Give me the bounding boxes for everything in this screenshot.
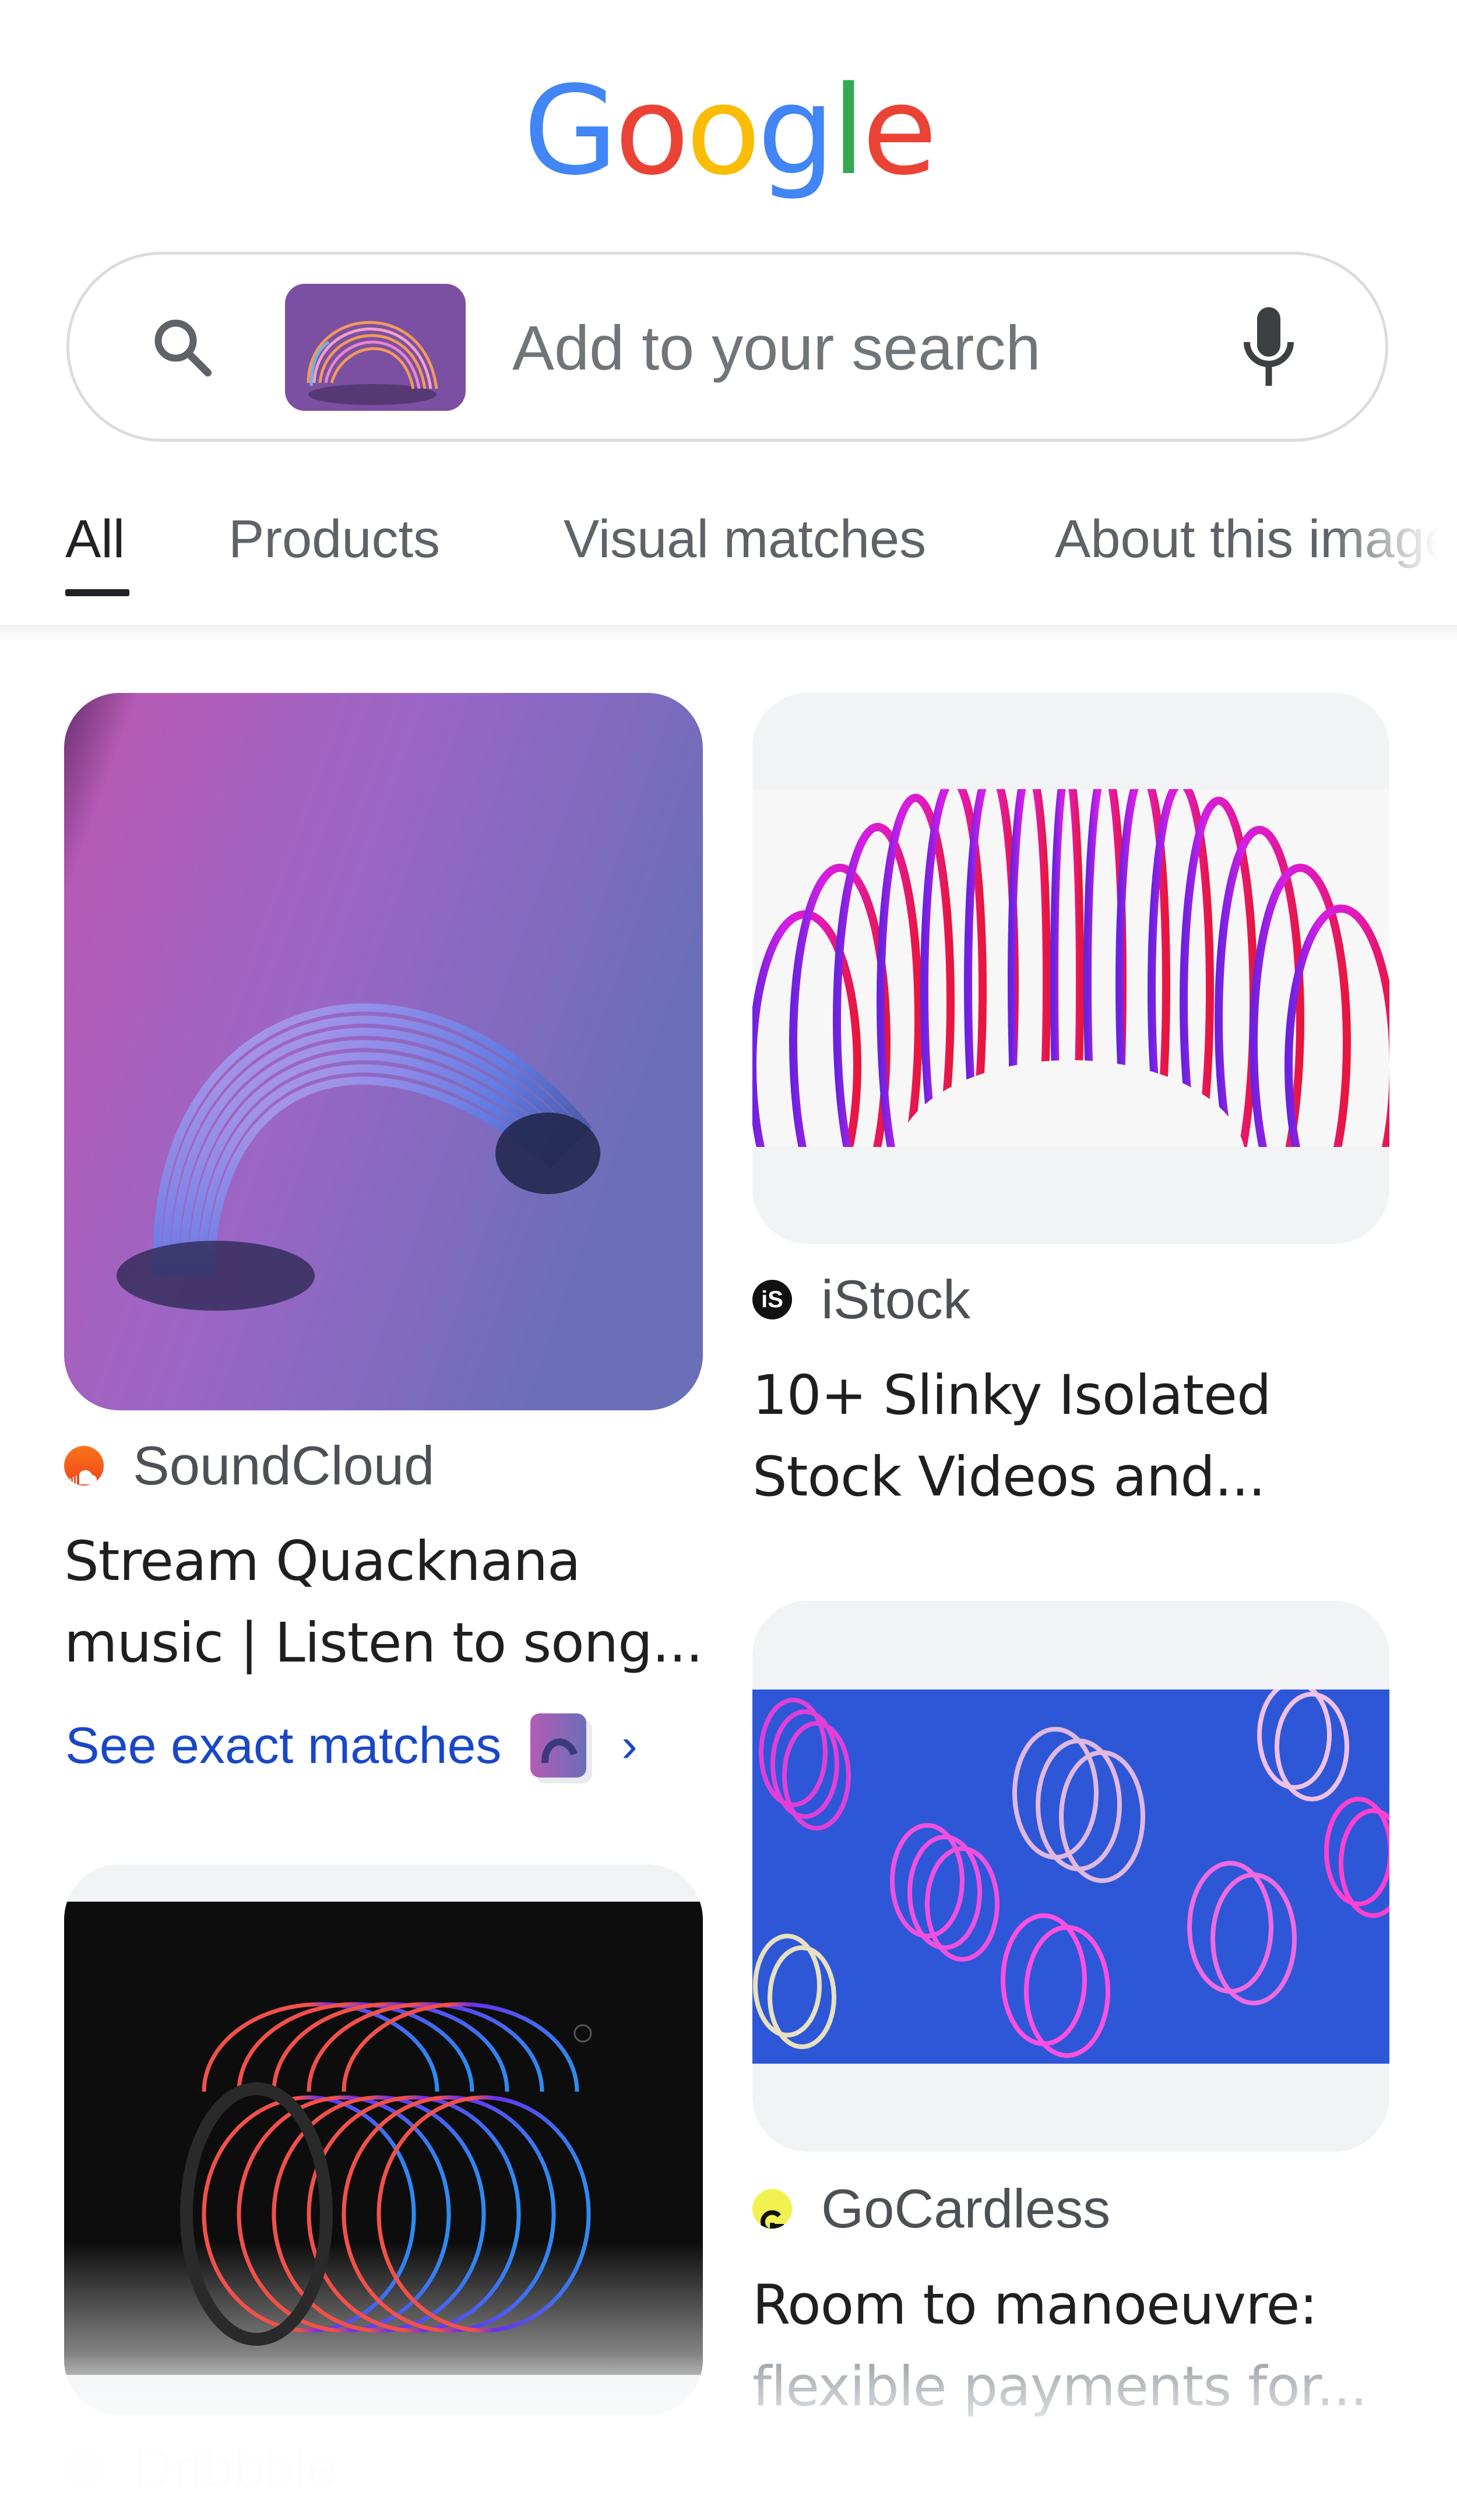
logo-letter: o [614, 59, 689, 202]
tabs-divider [0, 625, 1457, 642]
result-image-istock[interactable] [752, 693, 1389, 1244]
tab-all[interactable]: All [65, 501, 125, 577]
query-image-thumbnail[interactable] [285, 284, 466, 411]
active-tab-indicator [65, 589, 129, 596]
search-bar[interactable]: Add to your search [66, 252, 1388, 442]
source-name: SoundCloud [133, 1435, 435, 1496]
soundcloud-icon [64, 1446, 104, 1486]
exact-match-thumbnail [530, 1713, 587, 1778]
result-source-soundcloud[interactable]: SoundCloud [64, 1431, 434, 1501]
result-source-dribbble[interactable]: Dribbble [64, 2433, 337, 2503]
logo-letter: o [685, 59, 761, 202]
see-exact-matches-label: See exact matches [65, 1716, 502, 1774]
result-title-line[interactable]: Room to manoeuvre: [752, 2265, 1318, 2346]
logo-letter: g [757, 59, 835, 202]
result-source-gocardless[interactable]: GoCardless [752, 2174, 1110, 2244]
tabs-fade [1329, 501, 1457, 589]
logo-letter: l [831, 59, 865, 202]
dribbble-icon [64, 2448, 104, 2488]
tab-products[interactable]: Products [228, 501, 440, 577]
gocardless-icon [752, 2189, 792, 2229]
result-title-line[interactable]: music | Listen to song... [64, 1603, 703, 1684]
google-logo[interactable]: Google [0, 70, 1457, 192]
result-image-gocardless[interactable] [752, 1601, 1389, 2152]
result-source-istock[interactable]: iS iStock [752, 1265, 970, 1335]
istock-icon: iS [752, 1280, 792, 1319]
source-name: iStock [821, 1269, 970, 1330]
result-title-line[interactable]: flexible payments for... [752, 2346, 1367, 2428]
result-title-line[interactable]: Stream Quacknana [64, 1521, 581, 1603]
result-title-line[interactable]: Stock Videos and... [752, 1437, 1266, 1518]
chevron-right-icon: › [621, 1719, 638, 1772]
tab-bar: All Products Visual matches About this i… [0, 501, 1457, 624]
result-title-line[interactable]: 10+ Slinky Isolated [752, 1355, 1272, 1437]
source-name: Dribbble [133, 2437, 337, 2498]
result-image-soundcloud[interactable] [64, 693, 703, 1410]
logo-letter: e [862, 59, 937, 202]
tab-visual-matches[interactable]: Visual matches [564, 501, 926, 577]
search-input[interactable]: Add to your search [512, 307, 1041, 389]
search-icon[interactable] [148, 313, 218, 383]
source-name: GoCardless [821, 2178, 1111, 2239]
see-exact-matches-link[interactable]: See exact matches › [65, 1713, 638, 1778]
mic-icon[interactable] [1240, 304, 1298, 392]
logo-letter: G [523, 59, 618, 202]
result-image-dribbble[interactable] [64, 1864, 703, 2415]
